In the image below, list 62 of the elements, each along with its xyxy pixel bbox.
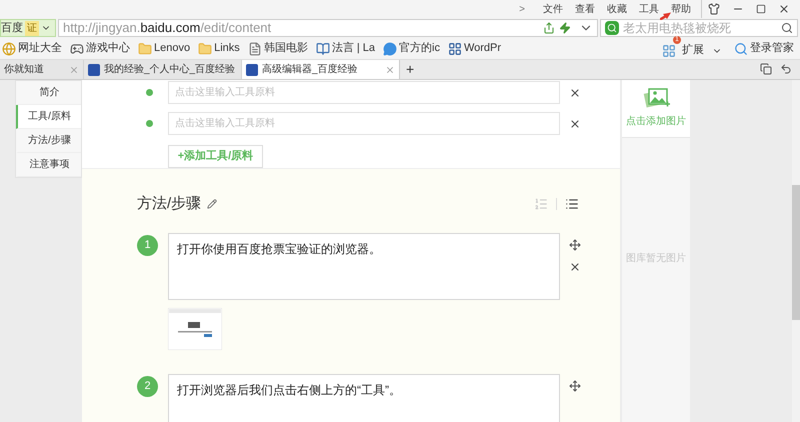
bookmark-item[interactable]: 法言 | La <box>316 40 375 57</box>
browser-tab[interactable]: 你就知道 <box>0 60 84 79</box>
tool-input-field[interactable]: 点击这里输入工具原料 <box>168 112 560 135</box>
move-icon[interactable] <box>569 238 581 250</box>
skin-icon[interactable] <box>708 3 720 15</box>
app-icon <box>448 42 462 56</box>
site-identity[interactable]: 百度 证 <box>0 19 56 37</box>
side-nav-item[interactable]: 方法/步骤 <box>16 129 81 153</box>
bookmark-item[interactable]: Lenovo <box>138 40 190 57</box>
extensions-icon <box>662 44 676 58</box>
bookmark-item[interactable]: 韩国电影 <box>248 40 308 57</box>
bookmark-item[interactable]: 网址大全 <box>2 40 62 57</box>
maximize-icon[interactable] <box>756 4 766 14</box>
gamepad-icon <box>70 42 84 56</box>
list-icon[interactable] <box>565 197 579 212</box>
menu-item[interactable]: 工具 <box>639 2 659 16</box>
browser-tab[interactable]: 高级编辑器_百度经验 <box>242 60 400 79</box>
share-icon[interactable] <box>543 22 555 34</box>
lightning-icon[interactable] <box>559 22 571 34</box>
search-engine-icon[interactable] <box>605 21 619 35</box>
menu-item[interactable]: 文件 <box>543 2 563 16</box>
bookmark-item[interactable]: WordPr <box>448 40 502 57</box>
side-nav-item[interactable]: 工具/原料 <box>16 105 81 129</box>
new-tab-button[interactable]: + <box>400 60 420 79</box>
step-number: 1 <box>137 234 158 256</box>
step-number: 2 <box>137 376 158 396</box>
close-icon[interactable] <box>778 3 790 15</box>
browser-tab[interactable]: 我的经验_个人中心_百度经验 <box>84 60 242 79</box>
remove-icon[interactable] <box>569 118 581 130</box>
tab-list-icon[interactable] <box>760 63 772 75</box>
annotation-arrow <box>660 12 672 20</box>
folder-icon <box>138 42 152 56</box>
undo-icon[interactable] <box>780 63 792 75</box>
step-text-field[interactable]: 打开你使用百度抢票宝验证的浏览器。 <box>168 232 560 300</box>
address-field[interactable]: http://jingyan.baidu.com/edit/content <box>58 19 598 37</box>
login-manager-button[interactable]: 登录管家 <box>734 40 794 57</box>
bookmark-item[interactable]: 官方的ic <box>383 40 440 57</box>
pencil-icon[interactable] <box>207 199 218 210</box>
close-tab-icon[interactable] <box>385 64 395 74</box>
globe-icon <box>2 42 16 56</box>
menu-item[interactable]: 帮助 <box>671 2 691 16</box>
bookmark-item[interactable]: 游戏中心 <box>70 40 130 57</box>
tool-input-field[interactable]: 点击这里输入工具原料 <box>168 81 560 104</box>
chat-icon <box>383 42 397 56</box>
section-title: 方法/步骤 <box>137 194 202 214</box>
page-icon <box>248 42 262 56</box>
step-text-field[interactable]: 打开浏览器后我们点击右侧上方的“工具”。 <box>168 374 560 422</box>
side-nav-item[interactable]: 注意事项 <box>16 153 81 177</box>
delete-step-icon[interactable] <box>569 260 581 272</box>
move-icon[interactable] <box>569 380 581 392</box>
menu-chevron[interactable]: > <box>519 2 525 16</box>
remove-icon[interactable] <box>569 86 581 98</box>
side-nav-item[interactable]: 简介 <box>16 81 81 105</box>
book-icon <box>316 42 330 56</box>
magnifier-icon <box>734 42 748 56</box>
search-field[interactable]: 老太用电热毯被烧死 <box>600 19 798 37</box>
bookmark-item[interactable]: Links <box>198 40 240 57</box>
menu-item[interactable]: 收藏 <box>607 2 627 16</box>
search-icon[interactable] <box>781 22 793 34</box>
folder-icon <box>198 42 212 56</box>
menu-item[interactable]: 查看 <box>575 2 595 16</box>
add-image-icon <box>642 88 670 110</box>
